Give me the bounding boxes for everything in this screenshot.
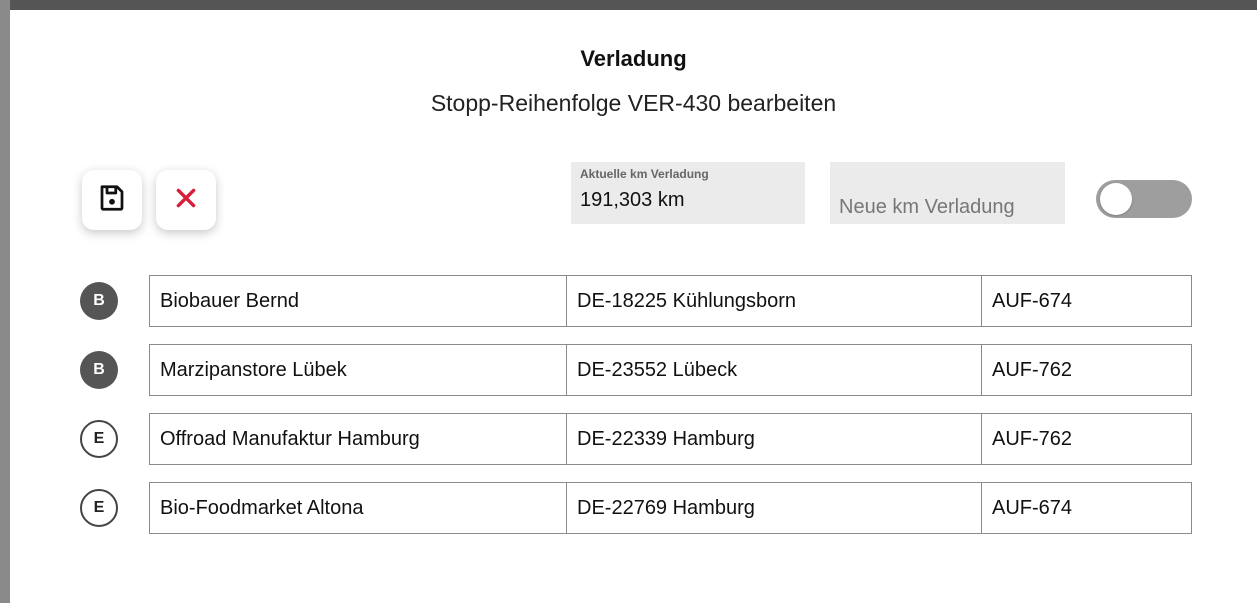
current-km-value: 191,303 km <box>580 189 685 211</box>
stop-type-badge: E <box>80 489 118 527</box>
backdrop-edge <box>0 0 10 603</box>
stop-location-cell[interactable]: DE-18225 Kühlungsborn <box>566 275 982 327</box>
stop-name-cell[interactable]: Marzipanstore Lübek <box>149 344 567 396</box>
floppy-disk-icon <box>97 183 127 218</box>
dialog-title: Verladung <box>580 46 687 71</box>
stop-location-cell[interactable]: DE-22769 Hamburg <box>566 482 982 534</box>
cancel-button[interactable] <box>156 170 216 230</box>
km-toggle-switch[interactable] <box>1096 180 1192 218</box>
current-km-label: Aktuelle km Verladung <box>580 167 709 181</box>
new-km-input[interactable] <box>830 162 1065 224</box>
stop-type-badge: B <box>80 282 118 320</box>
toggle-knob <box>1100 183 1132 215</box>
backdrop <box>0 0 1257 10</box>
stop-row[interactable]: E Offroad Manufaktur Hamburg DE-22339 Ha… <box>10 413 1257 465</box>
stop-location-cell[interactable]: DE-22339 Hamburg <box>566 413 982 465</box>
dialog-subtitle: Stopp-Reihenfolge VER-430 bearbeiten <box>430 90 837 116</box>
stop-type-badge: B <box>80 351 118 389</box>
stop-type-badge: E <box>80 420 118 458</box>
stop-name-cell[interactable]: Bio-Foodmarket Altona <box>149 482 567 534</box>
stop-order-cell[interactable]: AUF-762 <box>981 344 1192 396</box>
stop-location-cell[interactable]: DE-23552 Lübeck <box>566 344 982 396</box>
stop-row[interactable]: B Biobauer Bernd DE-18225 Kühlungsborn A… <box>10 275 1257 327</box>
stop-order-cell[interactable]: AUF-674 <box>981 275 1192 327</box>
stop-order-cell[interactable]: AUF-674 <box>981 482 1192 534</box>
stop-name-cell[interactable]: Biobauer Bernd <box>149 275 567 327</box>
new-km-field[interactable] <box>830 162 1065 224</box>
edit-stop-order-dialog: Verladung Stopp-Reihenfolge VER-430 bear… <box>10 10 1257 603</box>
close-icon <box>173 185 199 216</box>
save-button[interactable] <box>82 170 142 230</box>
stop-row[interactable]: B Marzipanstore Lübek DE-23552 Lübeck AU… <box>10 344 1257 396</box>
stop-row[interactable]: E Bio-Foodmarket Altona DE-22769 Hamburg… <box>10 482 1257 534</box>
stop-name-cell[interactable]: Offroad Manufaktur Hamburg <box>149 413 567 465</box>
current-km-field: Aktuelle km Verladung 191,303 km <box>571 162 805 224</box>
stop-order-cell[interactable]: AUF-762 <box>981 413 1192 465</box>
